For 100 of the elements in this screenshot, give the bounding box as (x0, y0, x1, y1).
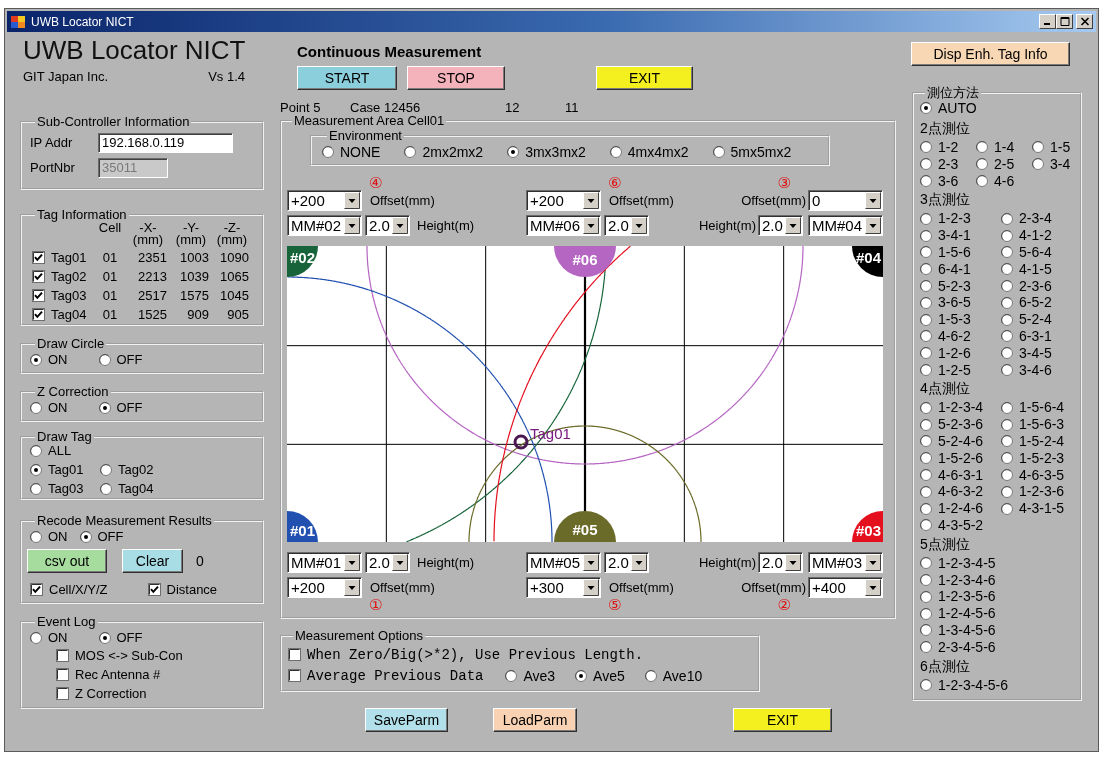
radio-option[interactable]: 1-5-3 (920, 311, 1001, 328)
radio-option[interactable]: 5-2-4-6 (920, 432, 1001, 450)
radio-option[interactable]: 1-5-2-6 (920, 449, 1001, 467)
radio-option[interactable]: 1-2-3 (920, 210, 1001, 228)
radio-option[interactable]: Ave5 (575, 667, 625, 684)
radio-option[interactable]: 5mx5mx2 (712, 144, 792, 160)
radio-option[interactable]: Ave3 (505, 667, 556, 684)
radio-option[interactable]: 1-2-3-4-6 (920, 571, 1076, 589)
radio-option[interactable]: ON (30, 352, 68, 368)
maximize-button[interactable] (1056, 14, 1073, 29)
radio-option[interactable]: 3-6-5 (920, 294, 1001, 312)
radio-option[interactable]: 6-4-1 (920, 260, 1001, 278)
antenna-dropdown[interactable]: MM#03 (808, 552, 883, 573)
antenna-dropdown[interactable]: MM#05 (526, 552, 601, 573)
clear-button[interactable]: Clear (122, 549, 183, 573)
radio-option[interactable]: 3-6 (920, 172, 976, 190)
antenna-dropdown[interactable]: MM#04 (808, 215, 883, 236)
checkbox-option[interactable]: Tag02 (32, 268, 87, 285)
radio-option[interactable]: OFF (98, 400, 143, 416)
radio-option[interactable]: Tag04 (100, 479, 170, 498)
radio-option[interactable]: 4-6-3-5 (1001, 466, 1076, 484)
radio-option[interactable]: 4-6-3-2 (920, 483, 1001, 501)
radio-option[interactable]: 4-3-5-2 (920, 516, 1001, 534)
radio-option[interactable]: 1-2-3-4-5-6 (920, 676, 1076, 694)
offset-dropdown[interactable]: +200 (287, 190, 362, 211)
radio-option[interactable]: 6-5-2 (1001, 294, 1076, 312)
text-field[interactable]: 192.168.0.119 (98, 132, 233, 153)
radio-option[interactable]: 3-4-1 (920, 227, 1001, 244)
exit-button[interactable]: EXIT (596, 66, 693, 90)
offset-dropdown[interactable]: 0 (808, 190, 883, 211)
radio-option[interactable]: 1-5-2-4 (1001, 432, 1076, 450)
radio-option[interactable]: 1-5-6-3 (1001, 416, 1076, 433)
radio-option[interactable]: 2-3 (920, 155, 976, 173)
height-dropdown[interactable]: 2.0 (758, 215, 803, 236)
radio-option[interactable]: 4-1-5 (1001, 260, 1076, 278)
antenna-dropdown[interactable]: MM#06 (526, 215, 601, 236)
height-dropdown[interactable]: 2.0 (604, 552, 649, 573)
radio-option[interactable]: 4mx4mx2 (609, 144, 689, 160)
radio-option[interactable]: 1-5-6 (920, 244, 1001, 261)
radio-option[interactable]: 2-3-6 (1001, 277, 1076, 295)
radio-option[interactable]: 2-3-4 (1001, 210, 1076, 228)
offset-dropdown[interactable]: +400 (808, 577, 883, 598)
radio-option[interactable]: OFF (98, 352, 143, 368)
checkbox-option[interactable]: When Zero/Big(>*2), Use Previous Length. (288, 646, 644, 663)
radio-option[interactable]: 1-2-6 (920, 344, 1001, 362)
radio-option[interactable]: 6-3-1 (1001, 327, 1076, 345)
radio-option[interactable]: 5-2-3 (920, 277, 1001, 295)
checkbox-option[interactable]: MOS <-> Sub-Con (56, 646, 183, 665)
start-button[interactable]: START (297, 66, 397, 90)
radio-option[interactable]: ON (30, 400, 68, 416)
antenna-dropdown[interactable]: MM#02 (287, 215, 362, 236)
height-dropdown[interactable]: 2.0 (365, 552, 410, 573)
checkbox-option[interactable]: Cell/X/Y/Z (30, 581, 108, 598)
height-dropdown[interactable]: 2.0 (758, 552, 803, 573)
offset-dropdown[interactable]: +200 (526, 190, 601, 211)
radio-option[interactable]: 1-2-3-6 (1001, 483, 1076, 501)
checkbox-option[interactable]: Tag04 (32, 306, 87, 323)
checkbox-option[interactable]: Rec Antenna # (56, 665, 161, 684)
offset-dropdown[interactable]: +200 (287, 577, 362, 598)
radio-option[interactable]: 4-6 (976, 172, 1032, 190)
radio-option[interactable]: Ave10 (644, 667, 703, 684)
radio-option[interactable]: OFF (79, 529, 124, 545)
radio-option[interactable]: 1-2-3-4-5 (920, 554, 1076, 572)
exit-button[interactable]: EXIT (733, 708, 832, 732)
load-parameters-button[interactable]: LoadParm (493, 708, 577, 732)
radio-option[interactable]: 1-2-4-5-6 (920, 605, 1076, 622)
radio-option[interactable]: 1-2-3-5-6 (920, 588, 1076, 606)
stop-button[interactable]: STOP (407, 66, 505, 90)
radio-option[interactable]: 5-2-3-6 (920, 416, 1001, 433)
radio-option[interactable]: 1-5 (1032, 139, 1076, 156)
radio-option[interactable]: Tag01 (30, 460, 100, 479)
radio-option[interactable]: 2-5 (976, 155, 1032, 173)
radio-option[interactable]: ON (30, 630, 68, 646)
radio-option[interactable]: 3mx3mx2 (507, 144, 586, 160)
radio-option[interactable]: 4-1-2 (1001, 227, 1076, 244)
radio-option[interactable]: 1-5-6-4 (1001, 399, 1076, 417)
radio-option[interactable]: 2mx2mx2 (404, 144, 484, 160)
radio-option[interactable]: 3-4 (1032, 155, 1076, 173)
radio-option[interactable]: 4-6-3-1 (920, 466, 1001, 484)
radio-option[interactable]: 4-3-1-5 (1001, 500, 1076, 517)
radio-option[interactable]: 1-2-4-6 (920, 500, 1001, 517)
radio-option[interactable]: NONE (322, 144, 381, 160)
close-button[interactable] (1076, 14, 1093, 29)
antenna-dropdown[interactable]: MM#01 (287, 552, 362, 573)
radio-option[interactable]: 1-5-2-3 (1001, 449, 1076, 467)
offset-dropdown[interactable]: +300 (526, 577, 601, 598)
radio-option[interactable]: Tag02 (100, 460, 170, 479)
radio-option[interactable]: 4-6-2 (920, 327, 1001, 345)
radio-option[interactable]: 1-2-5 (920, 361, 1001, 379)
radio-option[interactable]: 1-2 (920, 139, 976, 156)
minimize-button[interactable] (1039, 14, 1056, 29)
radio-option[interactable]: 3-4-5 (1001, 344, 1076, 362)
radio-option[interactable]: 5-6-4 (1001, 244, 1076, 261)
radio-option[interactable]: Tag03 (30, 479, 100, 498)
checkbox-option[interactable]: Distance (147, 581, 218, 598)
checkbox-option[interactable]: Z Correction (56, 684, 147, 703)
checkbox-option[interactable]: Average Previous Data (288, 667, 484, 684)
tag-info-button[interactable]: Disp Enh. Tag Info (911, 42, 1070, 66)
radio-option[interactable]: OFF (98, 630, 143, 646)
checkbox-option[interactable]: Tag01 (32, 249, 87, 266)
